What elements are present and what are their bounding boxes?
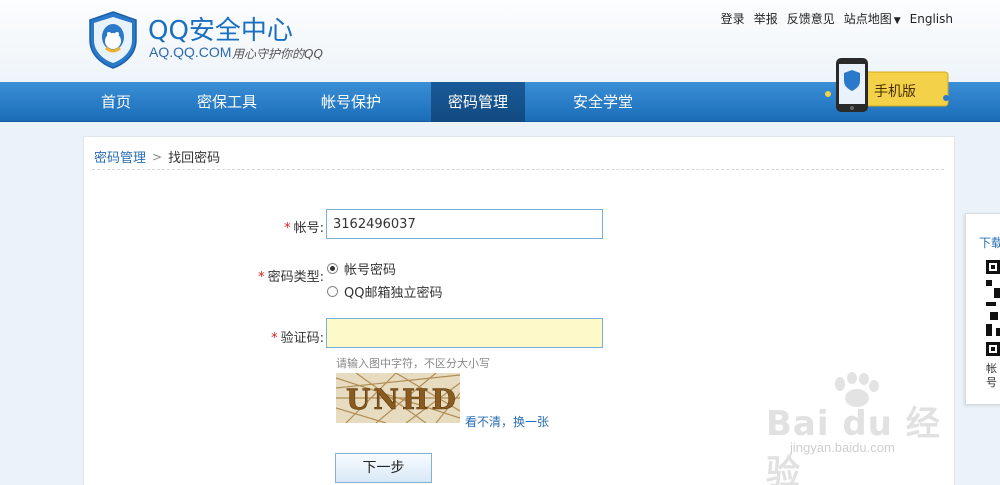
qr-code-icon xyxy=(986,260,1000,356)
nav-item-password-management[interactable]: 密码管理 xyxy=(431,82,525,122)
download-side-panel[interactable]: 下载 帐号 xyxy=(965,213,1000,405)
nav-item-home[interactable]: 首页 xyxy=(78,82,154,122)
english-link[interactable]: English xyxy=(910,12,953,26)
side-panel-footer: 帐号 xyxy=(986,362,997,389)
breadcrumb: 密码管理 > 找回密码 xyxy=(94,147,221,167)
password-type-label: * 密码类型: xyxy=(224,266,324,285)
required-mark: * xyxy=(284,221,291,236)
breadcrumb-divider xyxy=(92,169,944,170)
account-input[interactable] xyxy=(326,209,603,239)
side-panel-title: 下载 xyxy=(979,236,1000,250)
nav-item-security-school[interactable]: 安全学堂 xyxy=(556,82,650,122)
sitemap-dropdown[interactable]: 站点地图 ▼ xyxy=(844,10,901,27)
logo-title[interactable]: QQ安全中心 xyxy=(148,10,293,47)
captcha-hint: 请输入图中字符，不区分大小写 xyxy=(336,357,490,370)
captcha-input[interactable] xyxy=(326,318,603,348)
feedback-link[interactable]: 反馈意见 xyxy=(787,10,835,27)
nav-item-account-protection[interactable]: 帐号保护 xyxy=(302,82,400,122)
login-link[interactable]: 登录 xyxy=(721,10,745,27)
radio-account-password-label: 帐号密码 xyxy=(344,263,397,278)
sitemap-label: 站点地图 xyxy=(843,12,892,26)
account-label: * 帐号: xyxy=(244,217,324,236)
top-links: 登录 举报 反馈意见 站点地图 ▼ English xyxy=(721,10,953,27)
password-type-label-text: 密码类型: xyxy=(267,270,324,285)
breadcrumb-current: 找回密码 xyxy=(168,151,221,166)
radio-button-checked[interactable] xyxy=(327,263,338,274)
report-link[interactable]: 举报 xyxy=(754,10,778,27)
logo-domain: AQ.QQ.COM xyxy=(149,44,232,60)
radio-qqmail-password-label: QQ邮箱独立密码 xyxy=(344,286,443,301)
account-label-text: 帐号: xyxy=(293,221,324,236)
captcha-image-text: UNHD xyxy=(346,383,459,416)
radio-account-password[interactable]: 帐号密码 xyxy=(327,259,396,278)
captcha-label: * 验证码: xyxy=(234,327,324,346)
radio-qqmail-password[interactable]: QQ邮箱独立密码 xyxy=(327,282,442,301)
captcha-label-text: 验证码: xyxy=(280,331,324,346)
next-step-button[interactable]: 下一步 xyxy=(335,453,432,483)
qq-shield-logo-icon[interactable] xyxy=(86,10,140,70)
required-mark: * xyxy=(271,331,278,346)
nav-item-security-tools[interactable]: 密保工具 xyxy=(178,82,276,122)
content-card: 密码管理 > 找回密码 *帐号: *密码类型: 帐号密码 QQ邮箱独立密码 *验… xyxy=(83,136,955,485)
caret-down-icon: ▼ xyxy=(893,16,901,26)
mobile-label: 手机版 xyxy=(874,84,916,100)
required-mark: * xyxy=(258,270,265,285)
breadcrumb-separator: > xyxy=(152,149,163,164)
radio-button-unchecked[interactable] xyxy=(327,286,338,297)
breadcrumb-parent-link[interactable]: 密码管理 xyxy=(94,147,146,166)
refresh-captcha-link[interactable]: 看不清，换一张 xyxy=(465,413,549,430)
logo-slogan: 用心守护你的QQ xyxy=(232,47,323,61)
captcha-image[interactable]: UNHD xyxy=(336,373,460,423)
mobile-version-badge[interactable]: 手机版 xyxy=(822,54,952,118)
